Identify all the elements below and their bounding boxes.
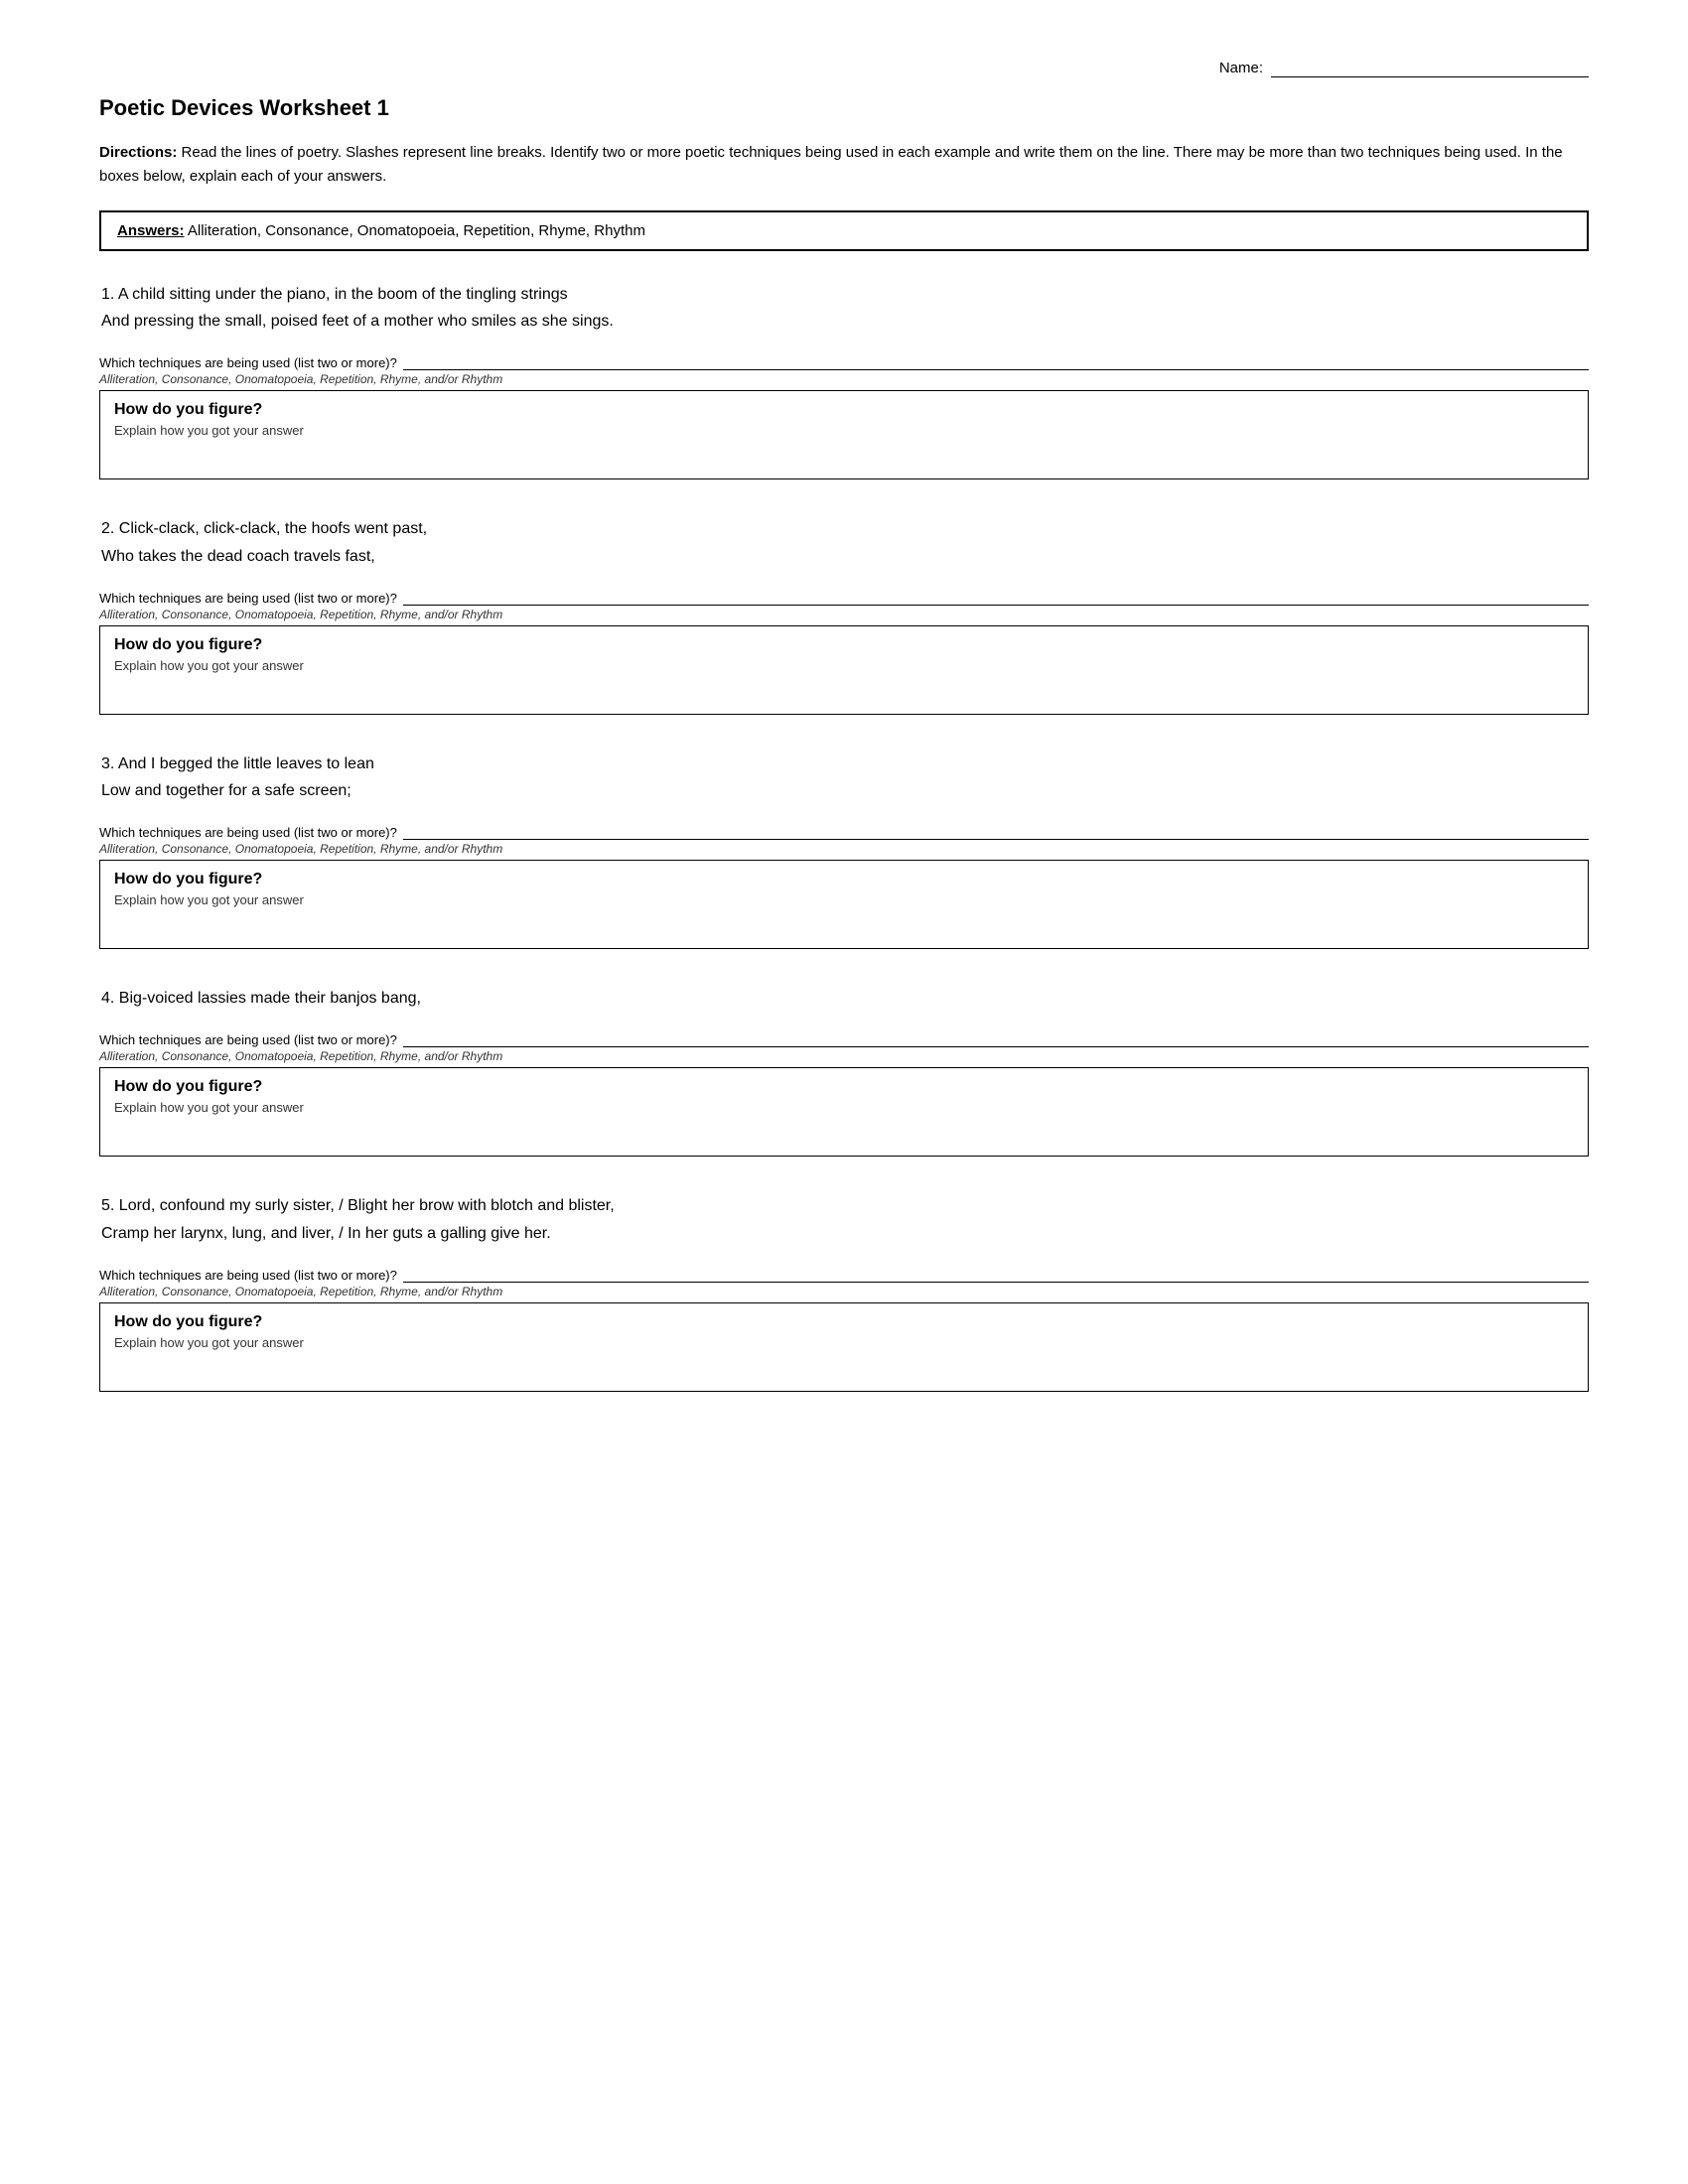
- figure-title-5: How do you figure?: [114, 1313, 1574, 1331]
- figure-box-1[interactable]: How do you figure? Explain how you got yo…: [99, 390, 1589, 479]
- poem-2: 2. Click-clack, click-clack, the hoofs w…: [101, 515, 1589, 569]
- techniques-label-1: Which techniques are being used (list tw…: [99, 355, 397, 370]
- question-block-4: 4. Big-voiced lassies made their banjos …: [99, 985, 1589, 1157]
- techniques-row-3: Which techniques are being used (list tw…: [99, 822, 1589, 840]
- question-block-5: 5. Lord, confound my surly sister, / Bli…: [99, 1192, 1589, 1391]
- figure-box-2[interactable]: How do you figure? Explain how you got yo…: [99, 625, 1589, 715]
- techniques-label-3: Which techniques are being used (list tw…: [99, 825, 397, 840]
- worksheet-title: Poetic Devices Worksheet 1: [99, 95, 1589, 121]
- question-number-4: 4.: [101, 990, 114, 1007]
- name-underline-line[interactable]: [1271, 60, 1589, 77]
- figure-title-1: How do you figure?: [114, 401, 1574, 419]
- figure-title-2: How do you figure?: [114, 636, 1574, 654]
- question-block-3: 3. And I begged the little leaves to lea…: [99, 751, 1589, 949]
- name-row: Name:: [99, 60, 1589, 77]
- answer-line-4[interactable]: [403, 1029, 1589, 1047]
- directions: Directions: Read the lines of poetry. Sl…: [99, 141, 1589, 189]
- figure-subtitle-1: Explain how you got your answer: [114, 423, 1574, 438]
- poem-1: 1. A child sitting under the piano, in t…: [101, 281, 1589, 335]
- question-number-2: 2.: [101, 520, 114, 537]
- answers-box: Answers: Alliteration, Consonance, Onoma…: [99, 210, 1589, 251]
- question-number-1: 1.: [101, 286, 114, 303]
- directions-bold: Directions:: [99, 144, 177, 161]
- answer-line-2[interactable]: [403, 588, 1589, 606]
- figure-box-3[interactable]: How do you figure? Explain how you got yo…: [99, 860, 1589, 949]
- hint-text-2: Alliteration, Consonance, Onomatopoeia, …: [99, 608, 1589, 621]
- figure-title-3: How do you figure?: [114, 871, 1574, 888]
- techniques-row-4: Which techniques are being used (list tw…: [99, 1029, 1589, 1047]
- techniques-row-1: Which techniques are being used (list tw…: [99, 352, 1589, 370]
- figure-subtitle-5: Explain how you got your answer: [114, 1335, 1574, 1350]
- techniques-row-5: Which techniques are being used (list tw…: [99, 1265, 1589, 1283]
- figure-box-5[interactable]: How do you figure? Explain how you got yo…: [99, 1302, 1589, 1392]
- hint-text-5: Alliteration, Consonance, Onomatopoeia, …: [99, 1285, 1589, 1298]
- hint-text-1: Alliteration, Consonance, Onomatopoeia, …: [99, 372, 1589, 386]
- questions-container: 1. A child sitting under the piano, in t…: [99, 281, 1589, 1392]
- question-block-1: 1. A child sitting under the piano, in t…: [99, 281, 1589, 479]
- figure-subtitle-4: Explain how you got your answer: [114, 1100, 1574, 1115]
- question-number-3: 3.: [101, 755, 114, 772]
- name-label: Name:: [1219, 60, 1263, 77]
- poem-4: 4. Big-voiced lassies made their banjos …: [101, 985, 1589, 1012]
- directions-text: Read the lines of poetry. Slashes repres…: [99, 144, 1563, 185]
- answer-line-1[interactable]: [403, 352, 1589, 370]
- poem-3: 3. And I begged the little leaves to lea…: [101, 751, 1589, 804]
- hint-text-4: Alliteration, Consonance, Onomatopoeia, …: [99, 1049, 1589, 1063]
- figure-box-4[interactable]: How do you figure? Explain how you got yo…: [99, 1067, 1589, 1157]
- hint-text-3: Alliteration, Consonance, Onomatopoeia, …: [99, 842, 1589, 856]
- techniques-label-2: Which techniques are being used (list tw…: [99, 591, 397, 606]
- techniques-row-2: Which techniques are being used (list tw…: [99, 588, 1589, 606]
- page: Name: Poetic Devices Worksheet 1 Directi…: [0, 0, 1688, 2184]
- answers-text: Alliteration, Consonance, Onomatopoeia, …: [185, 222, 645, 239]
- question-number-5: 5.: [101, 1197, 114, 1214]
- answer-line-5[interactable]: [403, 1265, 1589, 1283]
- answers-bold: Answers:: [117, 222, 185, 239]
- techniques-label-4: Which techniques are being used (list tw…: [99, 1032, 397, 1047]
- figure-title-4: How do you figure?: [114, 1078, 1574, 1096]
- poem-5: 5. Lord, confound my surly sister, / Bli…: [101, 1192, 1589, 1246]
- question-block-2: 2. Click-clack, click-clack, the hoofs w…: [99, 515, 1589, 714]
- figure-subtitle-3: Explain how you got your answer: [114, 892, 1574, 907]
- techniques-label-5: Which techniques are being used (list tw…: [99, 1268, 397, 1283]
- figure-subtitle-2: Explain how you got your answer: [114, 658, 1574, 673]
- answer-line-3[interactable]: [403, 822, 1589, 840]
